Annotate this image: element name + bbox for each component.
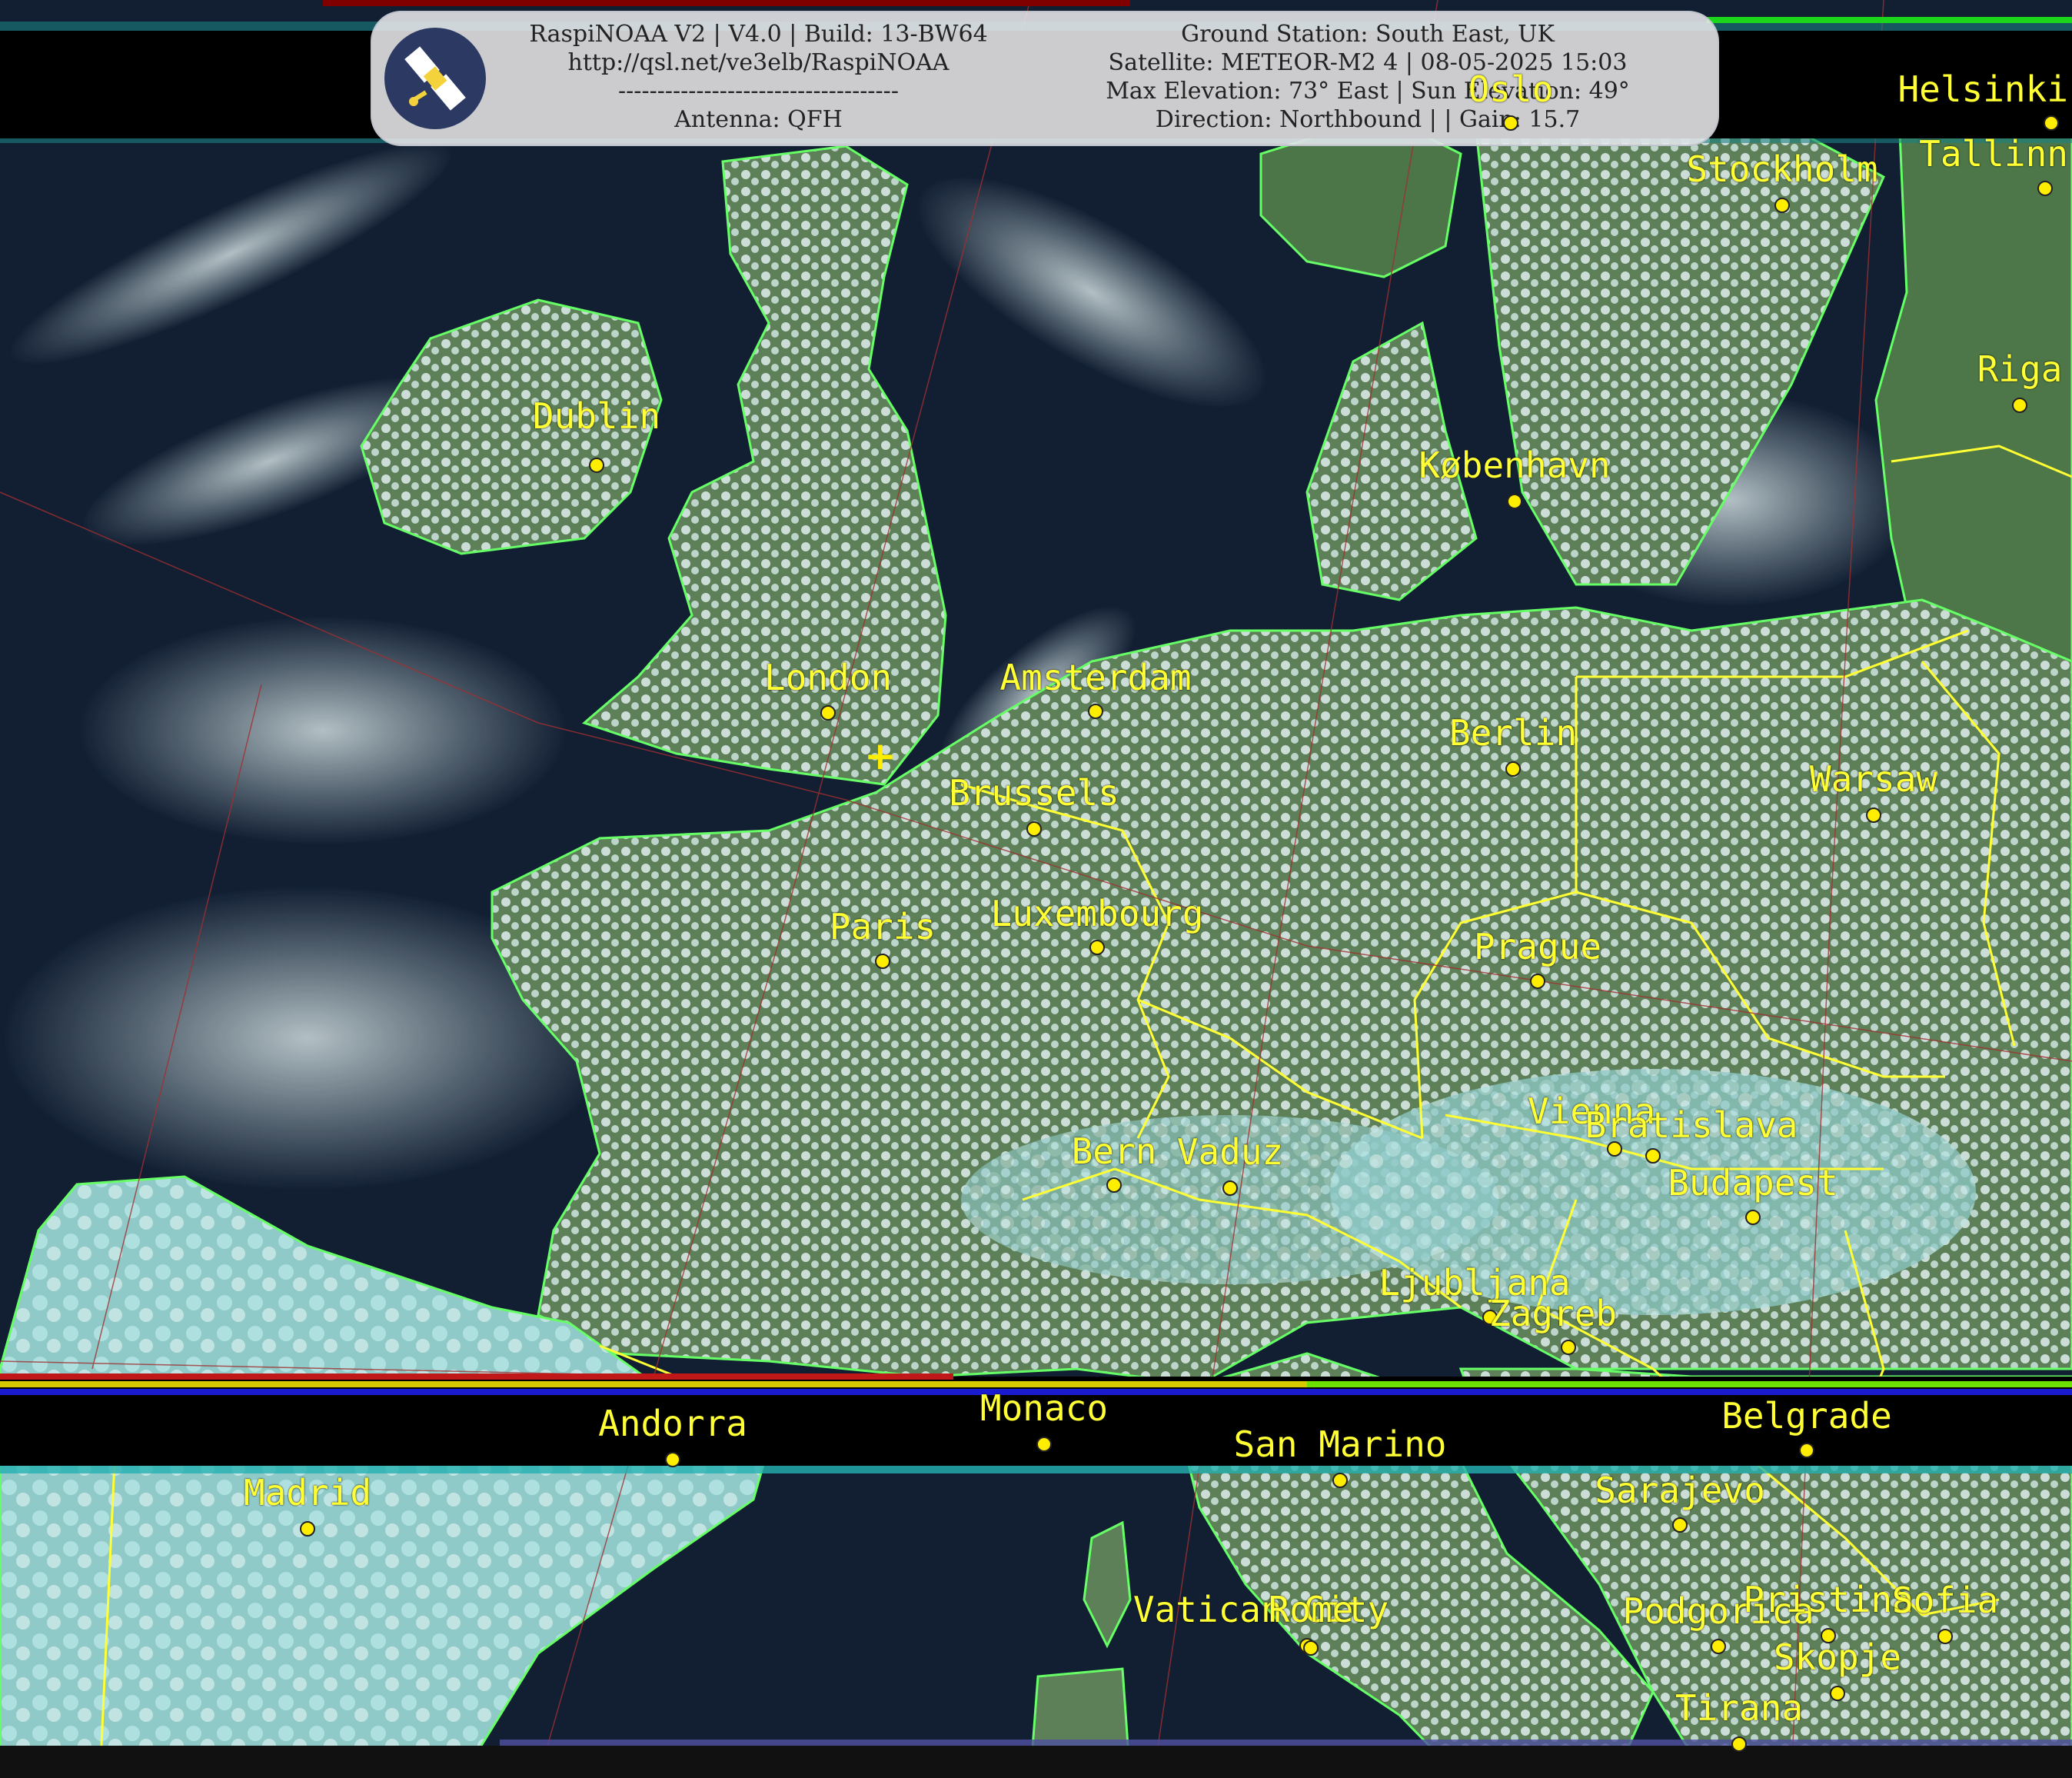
city-label: Tirana [1675, 1687, 1804, 1729]
build-line: RaspiNOAA V2 | V4.0 | Build: 13-BW64 [529, 21, 988, 48]
city-dot [1830, 1686, 1845, 1701]
city-label: London [763, 657, 893, 698]
city-label: Vaduz [1176, 1131, 1284, 1173]
city-dot [875, 954, 890, 969]
city-dot [1799, 1443, 1814, 1458]
city-dot [1332, 1473, 1348, 1488]
divider: ------------------------------------ [618, 78, 899, 105]
city-label: Prague [1473, 926, 1602, 967]
city-dot [1505, 761, 1521, 777]
city-label: Skopje [1773, 1636, 1902, 1678]
city-dot [1089, 940, 1105, 955]
satellite-datetime: Satellite: METEOR-M2 4 | 08-05-2025 15:0… [1108, 49, 1628, 76]
city-dot [1774, 198, 1790, 213]
city-label: Sofia [1891, 1580, 1999, 1621]
city-label: Warsaw [1809, 758, 1938, 800]
city-label: Pristina [1743, 1579, 1914, 1620]
city-label: Stockholm [1686, 148, 1878, 190]
website-url: http://qsl.net/ve3elb/RaspiNOAA [567, 49, 950, 76]
city-label: Riga [1977, 348, 2063, 390]
build-info: RaspiNOAA V2 | V4.0 | Build: 13-BW64 htt… [503, 20, 1014, 134]
pass-details: Ground Station: South East, UK Satellite… [1033, 20, 1702, 134]
city-dot [1937, 1629, 1953, 1644]
city-label: Helsinki [1897, 68, 2068, 110]
city-label: København [1418, 444, 1611, 486]
city-dot [1745, 1210, 1761, 1225]
city-label: Monaco [979, 1387, 1109, 1429]
city-dot [1106, 1177, 1122, 1193]
ground-station: Ground Station: South East, UK [1181, 21, 1555, 48]
city-dot [1561, 1340, 1576, 1355]
city-dot [300, 1521, 315, 1537]
city-dot [1222, 1180, 1238, 1196]
elevation-info: Max Elevation: 73° East | Sun Elevation:… [1106, 78, 1630, 105]
city-dot [1866, 807, 1881, 823]
city-dot [1711, 1639, 1726, 1654]
city-label: Bratislava [1585, 1104, 1798, 1146]
city-label: Amsterdam [999, 657, 1192, 698]
city-dot [820, 705, 836, 721]
city-label: Madrid [243, 1472, 372, 1513]
ground-station-marker: + [864, 734, 896, 778]
direction-gain: Direction: Northbound | | Gain: 15.7 [1155, 106, 1581, 133]
antenna-info: Antenna: QFH [674, 106, 843, 133]
city-dot [1645, 1148, 1661, 1164]
city-dot [1088, 704, 1103, 719]
city-dot [1036, 1437, 1052, 1452]
city-label: Dublin [532, 395, 661, 437]
city-dot [2012, 398, 2027, 413]
city-label: Brussels [949, 772, 1119, 814]
city-dot [1530, 974, 1545, 989]
city-label: Zagreb [1488, 1293, 1618, 1334]
city-dot [1503, 115, 1518, 131]
city-label: Budapest [1668, 1162, 1838, 1204]
city-label: Paris [829, 906, 936, 947]
city-label: Sarajevo [1595, 1470, 1765, 1511]
satellite-image: RaspiNOAA V2 | V4.0 | Build: 13-BW64 htt… [0, 0, 2072, 1778]
city-dot [1672, 1517, 1688, 1533]
city-dot [1731, 1736, 1747, 1752]
city-label: Rome [1268, 1589, 1354, 1630]
city-label: Berlin [1448, 712, 1578, 754]
city-label: Andorra [598, 1403, 747, 1444]
city-label: Tallinn [1919, 133, 2068, 175]
city-dot [1303, 1640, 1319, 1656]
city-label: Belgrade [1721, 1395, 1892, 1437]
city-label: San Marino [1233, 1423, 1447, 1465]
city-dot [1026, 821, 1042, 837]
city-dot [589, 458, 604, 473]
city-label: Bern [1071, 1130, 1157, 1172]
satellite-logo-icon [384, 28, 486, 129]
city-dot [2037, 181, 2053, 196]
city-dot [1507, 494, 1522, 509]
city-dot [665, 1452, 680, 1467]
city-label: Luxembourg [990, 893, 1204, 934]
city-label: Oslo [1468, 68, 1554, 110]
city-dot [2044, 115, 2059, 131]
